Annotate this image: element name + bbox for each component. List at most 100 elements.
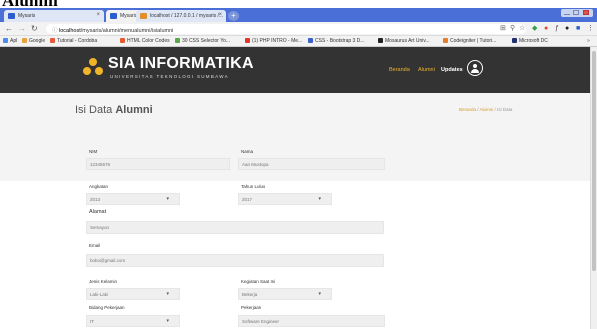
jenis-kelamin-select[interactable]: Laki-Laki	[86, 288, 180, 300]
address-path: /mysaris/alumni/menualumni/isialumni	[80, 28, 174, 34]
nama-label: Nama	[241, 149, 254, 154]
browser-tab-3[interactable]: localhost / 127.0.0.1 / mysaris /... ×	[136, 10, 226, 22]
google-icon	[22, 38, 27, 43]
address-bar[interactable]: ⓘ localhost/mysaris/alumni/menualumni/is…	[46, 24, 526, 34]
angkatan-select[interactable]: 2013	[86, 193, 180, 205]
more-bookmarks-icon[interactable]: »	[587, 37, 590, 46]
page-title-bold: Alumni	[115, 104, 153, 116]
bookmark-tutorial[interactable]: Tutorial - Cordoba	[50, 37, 97, 46]
bookmark-label: Microsoft DC	[519, 38, 548, 44]
window-controls[interactable]	[561, 9, 593, 17]
bookmark-label: Apl	[10, 38, 18, 44]
breadcrumb-alumni[interactable]: Alumni	[480, 107, 494, 112]
info-icon: ⓘ	[52, 28, 60, 34]
scrollbar[interactable]	[590, 47, 597, 329]
bookmark-apps[interactable]: Apl	[3, 37, 17, 46]
brand-title: SIA INFORMATIKA	[108, 55, 254, 72]
mosaurus-icon	[378, 38, 383, 43]
tab-label: Mysaris	[120, 13, 138, 19]
forward-icon[interactable]: →	[18, 24, 26, 34]
close-window-icon[interactable]	[583, 10, 589, 15]
caption-text: Alumni	[2, 0, 58, 10]
css-selector-icon	[175, 38, 180, 43]
bookmark-php-intro[interactable]: (1) PHP INTRO - Me...	[245, 37, 302, 46]
bookmark-star-icon[interactable]: ☆	[519, 24, 525, 34]
page-title: Isi Data Alumni	[75, 104, 153, 116]
tahun-lulus-label: Tahun Lulus	[241, 184, 266, 189]
tab-label: localhost / 127.0.0.1 / mysaris /...	[150, 13, 224, 19]
codeigniter-icon	[443, 38, 448, 43]
html-colors-icon	[120, 38, 125, 43]
bookmark-google[interactable]: Google	[22, 37, 45, 46]
back-icon[interactable]: ←	[5, 24, 13, 34]
logo-icon	[83, 58, 103, 75]
close-tab-icon[interactable]: ×	[96, 12, 100, 18]
zoom-icon[interactable]: ⚲	[510, 24, 515, 34]
tahun-lulus-select[interactable]: 2017	[238, 193, 332, 205]
close-tab-icon[interactable]: ×	[218, 12, 222, 18]
bookmark-css-bootstrap[interactable]: CSS - Bootstrap 3 D...	[308, 37, 364, 46]
brand-subtitle: UNIVERSITAS TEKNOLOGI SUMBAWA	[110, 74, 229, 79]
new-tab-icon[interactable]: +	[228, 11, 239, 21]
bidang-select[interactable]: IT	[86, 315, 180, 327]
email-label: Email	[89, 243, 101, 248]
bookmark-label: HTML Color Codes	[127, 38, 170, 44]
pekerjaan-label: Pekerjaan	[241, 305, 262, 310]
angkatan-label: Angkatan	[89, 184, 109, 189]
minimize-icon[interactable]	[564, 10, 570, 15]
bookmark-label: Google	[29, 38, 46, 44]
phpmyadmin-favicon-icon	[140, 13, 147, 19]
caption: Alumni	[0, 0, 597, 10]
menu-icon[interactable]: ⋮	[587, 24, 594, 34]
bookmark-css-selector[interactable]: 30 CSS Selector Yo...	[175, 37, 230, 46]
tab-label: Mysaris	[18, 13, 36, 19]
bookmark-mosaurus[interactable]: Mosaurus Art Univ...	[378, 37, 430, 46]
email-field[interactable]: bobo@gmail.com	[86, 254, 384, 267]
reload-icon[interactable]: ↻	[31, 24, 38, 34]
browser-tab-1[interactable]: Mysaris ×	[4, 10, 104, 22]
pdf-extension-icon[interactable]: ƒ	[555, 24, 559, 34]
bookmark-label: Tutorial - Cordoba	[57, 38, 98, 44]
github-extension-icon[interactable]: ●	[565, 24, 569, 34]
browser-toolbar: ← → ↻ ⓘ localhost/mysaris/alumni/menualu…	[0, 22, 597, 36]
site-header: SIA INFORMATIKA UNIVERSITAS TEKNOLOGI SU…	[0, 47, 590, 93]
mysaris-favicon-icon	[8, 13, 15, 19]
breadcrumb-current: Isi Data	[497, 107, 513, 112]
jenis-kelamin-label: Jenis Kelamin	[89, 279, 118, 284]
bookmark-microsoft[interactable]: Microsoft DC	[512, 37, 548, 46]
bookmark-label: 30 CSS Selector Yo...	[182, 38, 231, 44]
kegiatan-label: Kegiatan Saat Ini	[241, 279, 276, 284]
kegiatan-select[interactable]: Bekerja	[238, 288, 332, 300]
web-page: SIA INFORMATIKA UNIVERSITAS TEKNOLOGI SU…	[0, 47, 590, 329]
bookmark-label: CSS - Bootstrap 3 D...	[315, 38, 365, 44]
pekerjaan-field[interactable]: Software Engineer	[238, 315, 385, 327]
nav-beranda[interactable]: Beranda	[389, 67, 410, 73]
scrollbar-thumb[interactable]	[592, 51, 596, 271]
address-host: localhost	[59, 28, 81, 34]
extension-icon[interactable]: ◆	[532, 24, 537, 34]
bookmarks-bar: Apl Google Tutorial - Cordoba HTML Color…	[0, 36, 597, 47]
bootstrap-icon	[308, 38, 313, 43]
nim-field[interactable]: 12345678	[86, 158, 230, 170]
browser-tab-bar: Mysaris × Mysaris × +	[0, 8, 597, 22]
nav-updates[interactable]: Updates	[441, 67, 463, 73]
bidang-label: Bidang Pekerjaan	[89, 305, 125, 310]
bookmark-codeigniter[interactable]: Codeigniter | Tutori...	[443, 37, 496, 46]
opera-extension-icon[interactable]: ●	[544, 24, 548, 34]
bookmark-html-colors[interactable]: HTML Color Codes	[120, 37, 170, 46]
breadcrumb: Beranda / Alumni / Isi Data	[459, 107, 512, 112]
alamat-heading: Alamat	[89, 209, 107, 215]
alamat-field[interactable]: Semayon	[86, 221, 384, 234]
maximize-icon[interactable]	[573, 10, 579, 15]
breadcrumb-home[interactable]: Beranda	[459, 107, 476, 112]
nama-field[interactable]: Aan Mustopa	[238, 158, 385, 170]
apps-icon	[3, 38, 8, 43]
profile-icon[interactable]: ■	[576, 24, 580, 34]
page-title-prefix: Isi Data	[75, 104, 116, 116]
user-avatar-icon[interactable]	[467, 60, 483, 76]
youtube-icon	[245, 38, 250, 43]
bookmark-label: (1) PHP INTRO - Me...	[252, 38, 303, 44]
nav-alumni[interactable]: Alumni	[418, 67, 435, 73]
translate-icon[interactable]: ⊞	[500, 24, 506, 34]
bookmark-label: Mosaurus Art Univ...	[385, 38, 430, 44]
